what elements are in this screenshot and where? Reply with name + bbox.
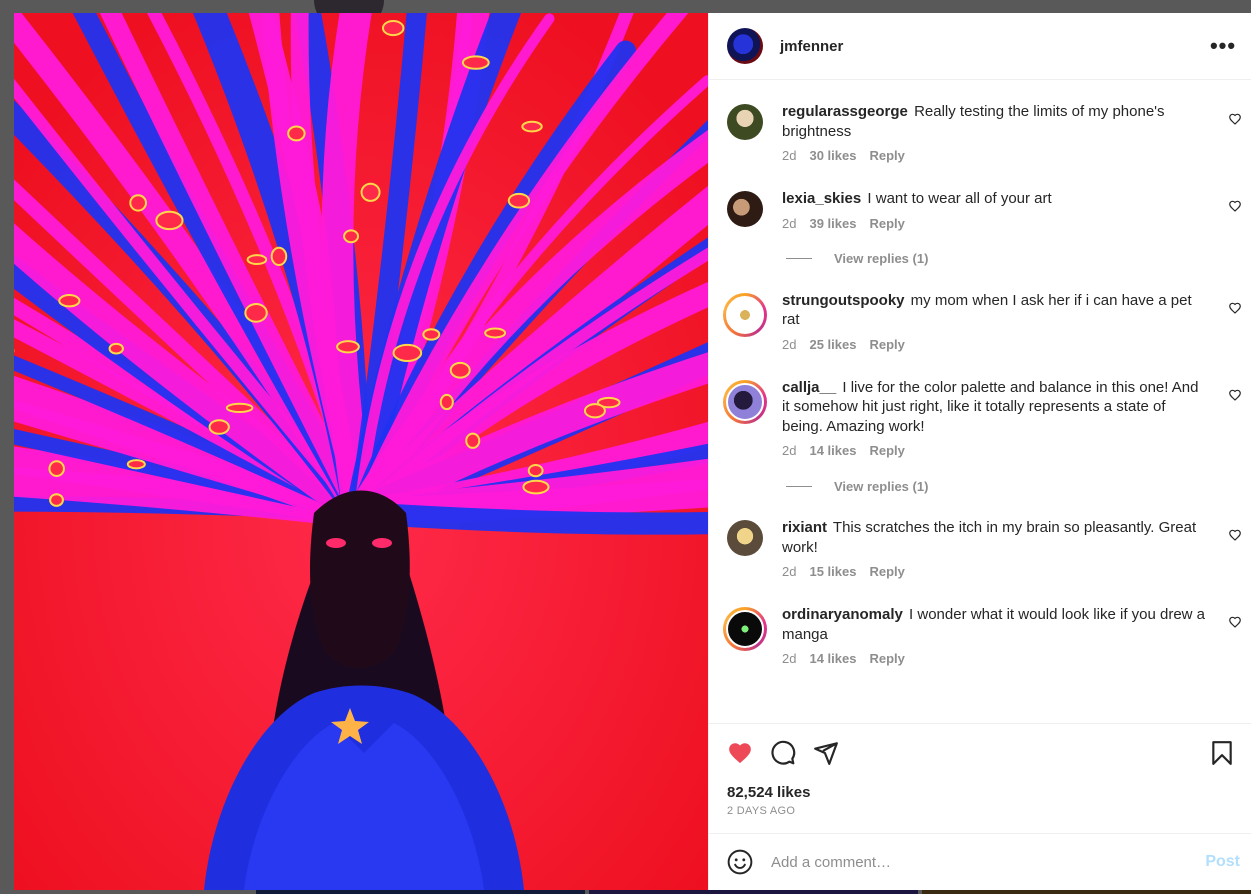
commenter-avatar[interactable]	[723, 292, 767, 337]
comment-meta: 2d 39 likes Reply	[782, 216, 1207, 231]
reply-button[interactable]: Reply	[869, 651, 904, 666]
comment-body: strungoutspooky my mom when I ask her if…	[782, 291, 1207, 352]
comment-time[interactable]: 2d	[782, 443, 796, 458]
reply-button[interactable]: Reply	[869, 337, 904, 352]
comment-icon[interactable]	[770, 740, 796, 766]
comment-like-icon[interactable]	[1228, 301, 1242, 315]
comment-like-icon[interactable]	[1228, 528, 1242, 542]
post-modal: jmfenner ••• regularassgeorge Really tes…	[14, 13, 1251, 890]
comment-body: callja__ I live for the color palette an…	[782, 378, 1207, 459]
comment-time[interactable]: 2d	[782, 564, 796, 579]
comment-item: ordinaryanomaly I wonder what it would l…	[709, 605, 1251, 666]
comment-like-icon[interactable]	[1228, 199, 1242, 213]
post-header: jmfenner •••	[709, 13, 1251, 80]
comment-like-icon[interactable]	[1228, 615, 1242, 629]
comment-username[interactable]: rixiant	[782, 519, 827, 536]
comment-meta: 2d 14 likes Reply	[782, 443, 1207, 458]
comment-likes[interactable]: 14 likes	[809, 651, 856, 666]
view-replies-button[interactable]: View replies (1)	[786, 249, 1251, 269]
owner-avatar[interactable]	[727, 28, 763, 64]
view-replies-button[interactable]: View replies (1)	[786, 476, 1251, 496]
replies-divider-line	[786, 258, 812, 259]
comment-username[interactable]: strungoutspooky	[782, 292, 905, 309]
comment-item: strungoutspooky my mom when I ask her if…	[709, 291, 1251, 352]
comment-body: regularassgeorge Really testing the limi…	[782, 102, 1207, 163]
post-image[interactable]	[14, 13, 708, 890]
comment-message: I want to wear all of your art	[867, 190, 1052, 207]
post-actions: 82,524 likes 2 DAYS AGO	[709, 723, 1251, 833]
view-replies-label: View replies (1)	[834, 251, 929, 266]
comment-likes[interactable]: 15 likes	[809, 564, 856, 579]
comment-list[interactable]: regularassgeorge Really testing the limi…	[709, 80, 1251, 723]
comment-item: regularassgeorge Really testing the limi…	[709, 102, 1251, 163]
comment-message: This scratches the itch in my brain so p…	[782, 519, 1197, 556]
comment-composer: Post	[709, 833, 1251, 890]
more-horizontal-icon: •••	[1209, 33, 1237, 58]
comment-username[interactable]: callja__	[782, 379, 836, 396]
comment-text: callja__ I live for the color palette an…	[782, 378, 1207, 437]
likes-count[interactable]: 82,524 likes	[727, 784, 1235, 801]
comment-time[interactable]: 2d	[782, 337, 796, 352]
heart-icon[interactable]	[727, 740, 753, 766]
more-options-button[interactable]: •••	[1209, 33, 1237, 58]
comment-likes[interactable]: 30 likes	[809, 148, 856, 163]
emoji-icon[interactable]	[727, 849, 753, 875]
comment-time[interactable]: 2d	[782, 148, 796, 163]
artwork-illustration	[14, 13, 708, 890]
comment-text: rixiant This scratches the itch in my br…	[782, 518, 1207, 557]
comment-username[interactable]: ordinaryanomaly	[782, 606, 903, 623]
commenter-avatar[interactable]	[727, 520, 763, 556]
commenter-avatar[interactable]	[723, 607, 767, 651]
comment-likes[interactable]: 25 likes	[809, 337, 856, 352]
post-comment-button[interactable]: Post	[1205, 853, 1240, 871]
post-timestamp[interactable]: 2 DAYS AGO	[727, 805, 1235, 817]
comment-item: lexia_skies I want to wear all of your a…	[709, 189, 1251, 231]
comment-item: callja__ I live for the color palette an…	[709, 378, 1251, 459]
reply-button[interactable]: Reply	[869, 443, 904, 458]
commenter-avatar[interactable]	[727, 191, 763, 227]
comment-time[interactable]: 2d	[782, 216, 796, 231]
comment-meta: 2d 15 likes Reply	[782, 564, 1207, 579]
comment-like-icon[interactable]	[1228, 388, 1242, 402]
comment-input[interactable]	[771, 853, 1206, 871]
comment-meta: 2d 25 likes Reply	[782, 337, 1207, 352]
comment-item: rixiant This scratches the itch in my br…	[709, 518, 1251, 579]
comment-text: lexia_skies I want to wear all of your a…	[782, 189, 1207, 209]
comment-likes[interactable]: 39 likes	[809, 216, 856, 231]
reply-button[interactable]: Reply	[869, 148, 904, 163]
comment-text: ordinaryanomaly I wonder what it would l…	[782, 605, 1207, 644]
send-icon[interactable]	[813, 740, 839, 766]
comment-meta: 2d 30 likes Reply	[782, 148, 1207, 163]
comment-username[interactable]: lexia_skies	[782, 190, 861, 207]
comment-time[interactable]: 2d	[782, 651, 796, 666]
commenter-avatar[interactable]	[723, 379, 767, 424]
view-replies-label: View replies (1)	[834, 478, 929, 494]
reply-button[interactable]: Reply	[869, 216, 904, 231]
bookmark-icon[interactable]	[1209, 740, 1235, 766]
comment-body: lexia_skies I want to wear all of your a…	[782, 189, 1207, 231]
comment-text: strungoutspooky my mom when I ask her if…	[782, 291, 1207, 330]
owner-username[interactable]: jmfenner	[780, 38, 843, 55]
commenter-avatar[interactable]	[727, 104, 763, 140]
comment-username[interactable]: regularassgeorge	[782, 103, 908, 120]
comment-body: rixiant This scratches the itch in my br…	[782, 518, 1207, 579]
comment-message: I live for the color palette and balance…	[782, 378, 1199, 435]
comment-text: regularassgeorge Really testing the limi…	[782, 102, 1207, 141]
comments-panel: jmfenner ••• regularassgeorge Really tes…	[708, 13, 1251, 890]
reply-button[interactable]: Reply	[869, 564, 904, 579]
replies-divider-line	[786, 485, 812, 487]
comment-likes[interactable]: 14 likes	[809, 443, 856, 458]
comment-meta: 2d 14 likes Reply	[782, 651, 1207, 666]
comment-body: ordinaryanomaly I wonder what it would l…	[782, 605, 1207, 666]
comment-like-icon[interactable]	[1228, 112, 1242, 126]
